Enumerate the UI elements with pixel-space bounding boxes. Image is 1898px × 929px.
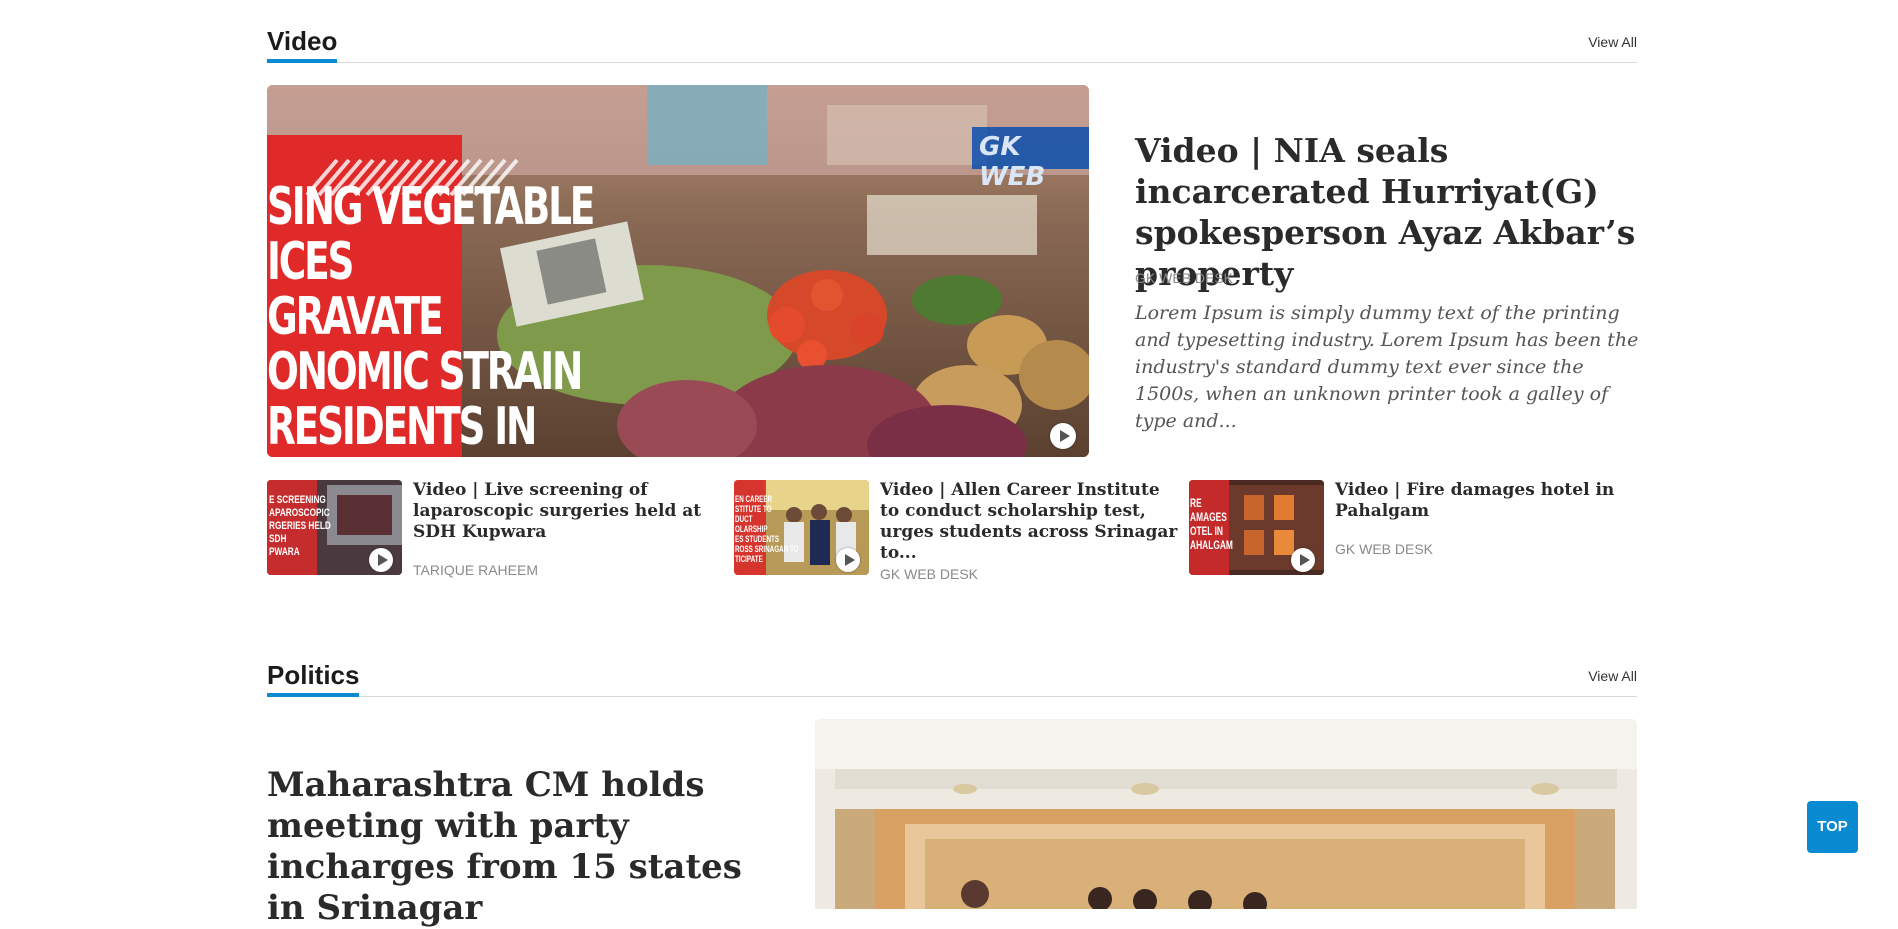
video-card-author: GK WEB DESK	[1335, 541, 1434, 557]
hero-overlay-line: SING VEGETABLE	[267, 177, 595, 237]
video-card-author: TARIQUE RAHEEM	[413, 562, 538, 578]
video-card-thumb-text: E SCREENING APAROSCOPIC RGERIES HELD SDH…	[269, 494, 331, 558]
video-card-title[interactable]: Video | Allen Career Institute to conduc…	[880, 480, 1180, 564]
hero-overlay-line: ONOMIC STRAIN	[267, 342, 583, 402]
politics-section-header: Politics View All	[267, 660, 1637, 697]
view-all-politics-link[interactable]: View All	[1588, 668, 1637, 684]
video-card-thumbnail[interactable]: EN CAREER STITUTE TO DUCT OLARSHIP ES ST…	[734, 480, 869, 575]
politics-lead-title[interactable]: Maharashtra CM holds meeting with party …	[267, 765, 787, 929]
video-card-author: GK WEB DESK	[880, 566, 979, 582]
video-card-thumbnail[interactable]: RE AMAGES OTEL IN AHALGAM	[1189, 480, 1324, 575]
hero-video-author: GK WEB DESK	[1135, 270, 1234, 286]
video-card-thumb-text: EN CAREER STITUTE TO DUCT OLARSHIP ES ST…	[735, 494, 799, 564]
video-card[interactable]: RE AMAGES OTEL IN AHALGAM Video | Fire d…	[1189, 480, 1637, 576]
video-card-title[interactable]: Video | Fire damages hotel in Pahalgam	[1335, 480, 1625, 522]
play-icon[interactable]	[836, 548, 860, 572]
back-to-top-button[interactable]: TOP	[1807, 801, 1858, 853]
politics-lead-image[interactable]	[815, 719, 1637, 909]
video-card-thumb-text: RE AMAGES OTEL IN AHALGAM	[1190, 496, 1233, 552]
video-section-header: Video View All	[267, 26, 1637, 63]
hero-overlay-line: RESIDENTS IN	[267, 397, 537, 457]
play-icon[interactable]	[1291, 548, 1315, 572]
view-all-video-link[interactable]: View All	[1588, 34, 1637, 50]
video-card-thumbnail[interactable]: E SCREENING APAROSCOPIC RGERIES HELD SDH…	[267, 480, 402, 575]
section-title-video: Video	[267, 28, 338, 63]
video-card-title[interactable]: Video | Live screening of laparoscopic s…	[413, 480, 713, 543]
video-card[interactable]: EN CAREER STITUTE TO DUCT OLARSHIP ES ST…	[734, 480, 1184, 582]
hero-overlay-line: ICES	[267, 232, 354, 292]
hero-video-thumbnail[interactable]: SING VEGETABLE ICES GRAVATE ONOMIC STRAI…	[267, 85, 1089, 457]
politics-lead-photo	[815, 719, 1637, 909]
gk-web-logo: GK WEB	[979, 132, 1046, 192]
hero-video-description: Lorem Ipsum is simply dummy text of the …	[1135, 302, 1639, 432]
section-title-politics: Politics	[267, 662, 360, 697]
play-icon[interactable]	[1050, 423, 1076, 449]
hero-overlay-line: GRAVATE	[267, 287, 444, 347]
play-icon[interactable]	[369, 548, 393, 572]
video-card[interactable]: E SCREENING APAROSCOPIC RGERIES HELD SDH…	[267, 480, 727, 578]
hero-overlay-text: SING VEGETABLE ICES GRAVATE ONOMIC STRAI…	[267, 177, 595, 457]
